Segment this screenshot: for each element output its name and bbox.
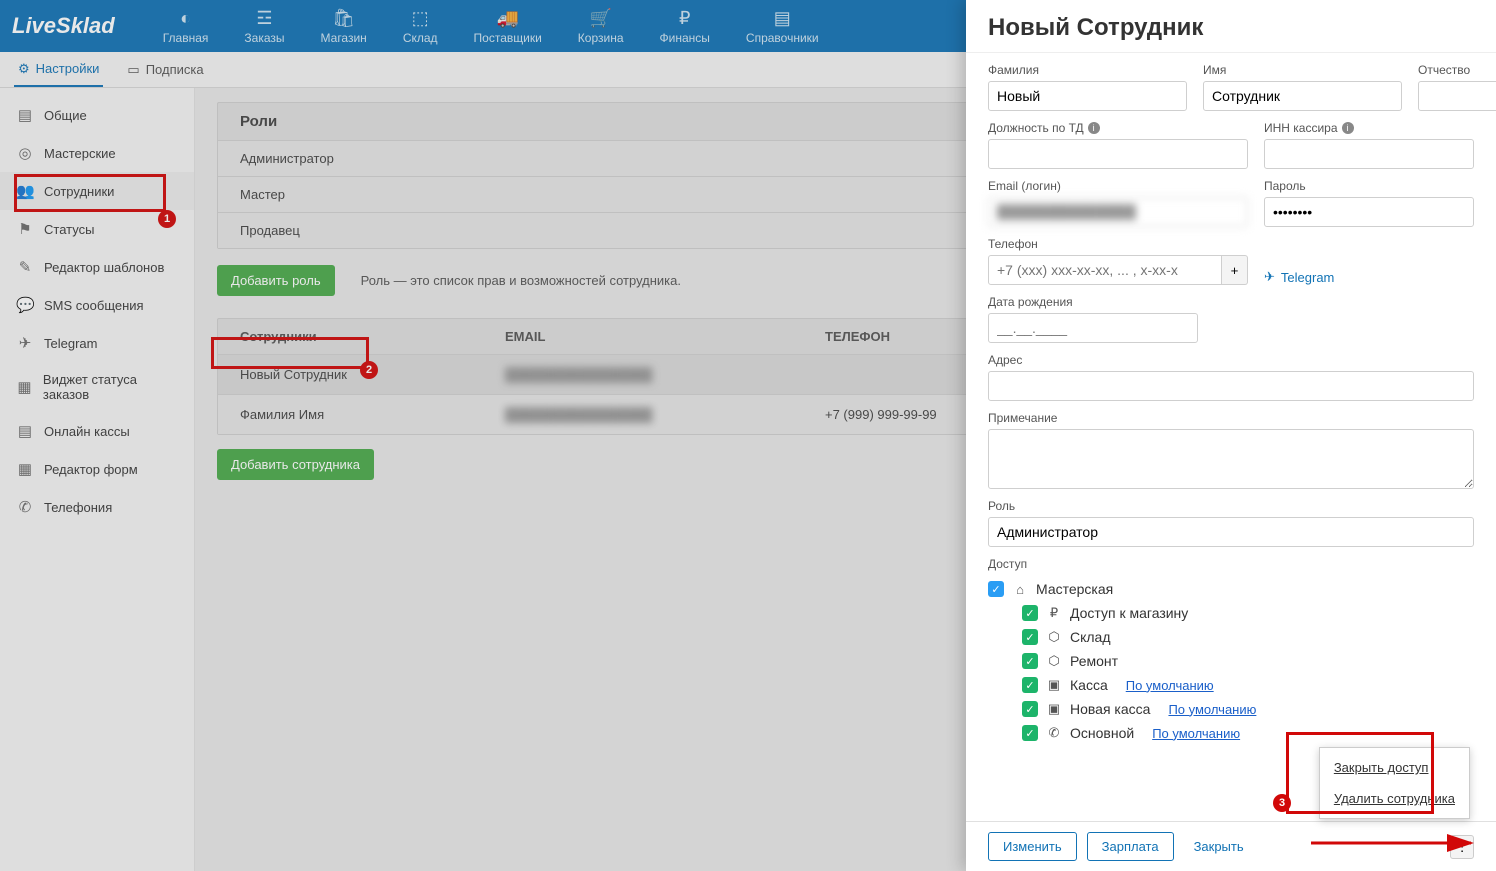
default-link[interactable]: По умолчанию	[1168, 702, 1256, 717]
firstname-field[interactable]	[1203, 81, 1402, 111]
access-item[interactable]: ✓₽Доступ к магазину	[988, 601, 1474, 625]
default-link[interactable]: По умолчанию	[1126, 678, 1214, 693]
note-field[interactable]	[988, 429, 1474, 489]
checkbox-icon[interactable]: ✓	[1022, 629, 1038, 645]
lastname-field[interactable]	[988, 81, 1187, 111]
box-icon: ⬡	[1046, 629, 1062, 645]
checkbox-icon[interactable]: ✓	[1022, 653, 1038, 669]
access-item[interactable]: ✓▣Новая кассаПо умолчанию	[988, 697, 1474, 721]
checkbox-icon[interactable]: ✓	[1022, 677, 1038, 693]
checkbox-icon[interactable]: ✓	[1022, 701, 1038, 717]
drawer-title: Новый Сотрудник	[966, 0, 1496, 53]
home-icon: ⌂	[1012, 582, 1028, 597]
edit-button[interactable]: Изменить	[988, 832, 1077, 861]
add-phone-button[interactable]: +	[1222, 255, 1248, 285]
more-menu-button[interactable]: ⋮	[1450, 835, 1474, 859]
patronymic-field[interactable]	[1418, 81, 1496, 111]
phone-icon: ✆	[1046, 725, 1062, 741]
checkbox-icon[interactable]: ✓	[988, 581, 1004, 597]
phone-field[interactable]	[988, 255, 1222, 285]
context-menu: Закрыть доступ Удалить сотрудника	[1319, 747, 1470, 819]
close-button[interactable]: Закрыть	[1184, 833, 1254, 860]
menu-delete-employee[interactable]: Удалить сотрудника	[1320, 783, 1469, 814]
default-link[interactable]: По умолчанию	[1152, 726, 1240, 741]
inn-field[interactable]	[1264, 139, 1474, 169]
access-root[interactable]: ✓⌂Мастерская	[988, 577, 1474, 601]
info-icon[interactable]: i	[1342, 122, 1354, 134]
dob-field[interactable]	[988, 313, 1198, 343]
telegram-link[interactable]: ✈Telegram	[1264, 269, 1474, 285]
password-field[interactable]	[1264, 197, 1474, 227]
cash-icon: ▣	[1046, 701, 1062, 717]
checkbox-icon[interactable]: ✓	[1022, 605, 1038, 621]
position-field[interactable]	[988, 139, 1248, 169]
salary-button[interactable]: Зарплата	[1087, 832, 1174, 861]
box-icon: ⬡	[1046, 653, 1062, 669]
access-item[interactable]: ✓✆ОсновнойПо умолчанию	[988, 721, 1474, 745]
cash-icon: ▣	[1046, 677, 1062, 693]
checkbox-icon[interactable]: ✓	[1022, 725, 1038, 741]
telegram-icon: ✈	[1264, 269, 1275, 285]
employee-drawer: Новый Сотрудник Фамилия Имя Отчество Дол…	[966, 0, 1496, 871]
access-item[interactable]: ✓⬡Склад	[988, 625, 1474, 649]
access-item[interactable]: ✓⬡Ремонт	[988, 649, 1474, 673]
email-field[interactable]	[988, 197, 1248, 227]
info-icon[interactable]: i	[1088, 122, 1100, 134]
address-field[interactable]	[988, 371, 1474, 401]
ruble-icon: ₽	[1046, 605, 1062, 621]
access-item[interactable]: ✓▣КассаПо умолчанию	[988, 673, 1474, 697]
menu-close-access[interactable]: Закрыть доступ	[1320, 752, 1469, 783]
role-select[interactable]	[988, 517, 1474, 547]
annotation-badge-3: 3	[1273, 794, 1291, 812]
